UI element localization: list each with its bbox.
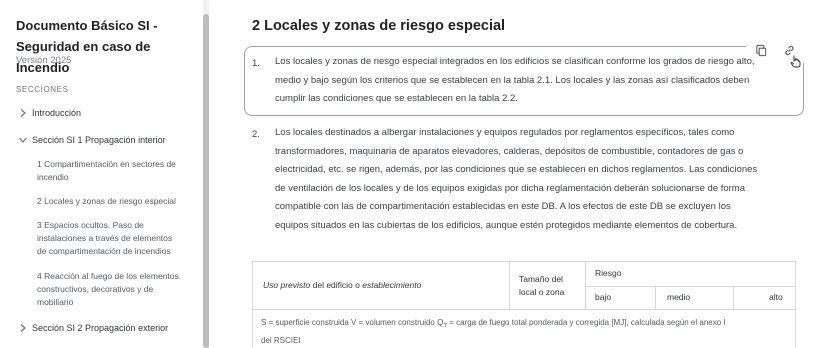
- header-text: establecimiento: [362, 280, 422, 290]
- footnote-text: = carga de fuego total ponderada y corre…: [447, 318, 726, 327]
- subitem-line: 4 Reacción al fuego de los elementos: [37, 271, 179, 281]
- sidebar-item-label: Sección SI 2 Propagación exterior: [32, 323, 169, 333]
- main-content: 2 Locales y zonas de riesgo especial 1. …: [212, 0, 832, 348]
- sidebar-subitem-locales-riesgo[interactable]: 2 Locales y zonas de riesgo especial: [37, 195, 187, 208]
- paragraph-line: Los locales destinados a albergar instal…: [275, 127, 735, 138]
- sidebar-item-label: Sección SI 1 Propagación interior: [32, 135, 166, 145]
- header-text: Tamaño del: [519, 274, 563, 284]
- table-divider: [733, 286, 734, 309]
- app-window: Documento Básico SI - Seguridad en caso …: [0, 0, 832, 348]
- subitem-line: instalaciones a través de elementos: [37, 233, 173, 243]
- subitem-line: incendio: [37, 172, 69, 182]
- sidebar-item-seccion-si1[interactable]: Sección SI 1 Propagación interior: [18, 135, 166, 145]
- chevron-right-icon: [18, 323, 28, 333]
- subitem-line: 2 Locales y zonas de riesgo especial: [37, 196, 176, 206]
- sidebar-scrollbar-thumb[interactable]: [203, 14, 209, 348]
- document-title-line1: Documento Básico SI -: [16, 18, 158, 33]
- paragraph-line: medio y bajo según los criterios que se …: [275, 74, 750, 86]
- paragraph-line: Los locales y zonas de riesgo especial i…: [275, 56, 755, 67]
- header-text: local o zona: [519, 287, 565, 297]
- header-text: del edificio o: [310, 280, 363, 290]
- hand-cursor-icon: [790, 55, 801, 68]
- table-header-alto: alto: [769, 292, 783, 302]
- paragraph-line: transformadores, maquinaria de aparatos …: [275, 145, 744, 157]
- chevron-right-icon: [18, 108, 28, 118]
- document-version: Versión 2025: [16, 55, 72, 66]
- subitem-line: 1 Compartimentación en sectores de: [37, 159, 176, 169]
- table-divider: [509, 262, 510, 309]
- document-title: Documento Básico SI - Seguridad en caso …: [16, 15, 196, 78]
- table-divider: [655, 286, 656, 309]
- sections-heading: SECCIONES: [16, 85, 69, 94]
- table-header-bajo: bajo: [595, 292, 612, 302]
- page-title: 2 Locales y zonas de riesgo especial: [252, 18, 506, 34]
- subitem-line: de compartimentación de incendios: [37, 246, 171, 256]
- paragraph-number: 1.: [252, 58, 260, 69]
- sidebar-subitem-espacios-ocultos[interactable]: 3 Espacios ocultos. Paso de instalacione…: [37, 219, 187, 258]
- paragraph-line: de ventilación de los locales y de los e…: [275, 182, 746, 194]
- sidebar-item-seccion-si2[interactable]: Sección SI 2 Propagación exterior: [18, 323, 168, 333]
- sidebar-item-label: Introducción: [32, 108, 82, 118]
- sidebar-subitem-reaccion-fuego[interactable]: 4 Reacción al fuego de los elementos con…: [37, 270, 187, 309]
- footnote-line: del RSCIEI: [261, 335, 301, 345]
- sidebar-item-introduccion[interactable]: Introducción: [18, 108, 81, 118]
- header-text: Uso previsto: [263, 280, 311, 290]
- subitem-line: constructivos, decorativos y de: [37, 284, 154, 294]
- table-header-medio: medio: [667, 292, 691, 302]
- subitem-line: mobiliario: [37, 297, 74, 307]
- footnote-line: S = superficie construida V = volumen co…: [261, 316, 791, 334]
- paragraph-line: compatible con las de compartimentación …: [275, 201, 731, 212]
- table-divider: [585, 286, 795, 287]
- subitem-line: 3 Espacios ocultos. Paso de: [37, 220, 144, 230]
- sidebar-subitem-compartimentacion[interactable]: 1 Compartimentación en sectores de incen…: [37, 158, 187, 184]
- risk-table: Uso previsto del edificio o establecimie…: [252, 261, 796, 348]
- table-divider: [253, 309, 795, 310]
- table-header-uso: Uso previsto del edificio o establecimie…: [263, 280, 421, 290]
- chevron-down-icon: [18, 135, 28, 145]
- table-header-tamano: Tamaño del local o zona: [519, 273, 564, 299]
- paragraph-line: equipos situados en las cubiertas de los…: [275, 219, 738, 231]
- table-footnote: S = superficie construida V = volumen co…: [261, 316, 791, 347]
- paragraph-text: Los locales y zonas de riesgo especial i…: [275, 53, 775, 109]
- footnote-text: S = superficie construida V = volumen co…: [261, 318, 444, 327]
- paragraph-line: cumplir las condiciones que se establece…: [275, 93, 518, 104]
- paragraph-number: 2.: [252, 129, 260, 140]
- paragraph-text: Los locales destinados a albergar instal…: [275, 124, 775, 235]
- sidebar: Documento Básico SI - Seguridad en caso …: [0, 0, 212, 348]
- table-header-riesgo: Riesgo: [595, 268, 622, 278]
- paragraph-line: electricidad, etc. se rigen, además, por…: [275, 164, 758, 175]
